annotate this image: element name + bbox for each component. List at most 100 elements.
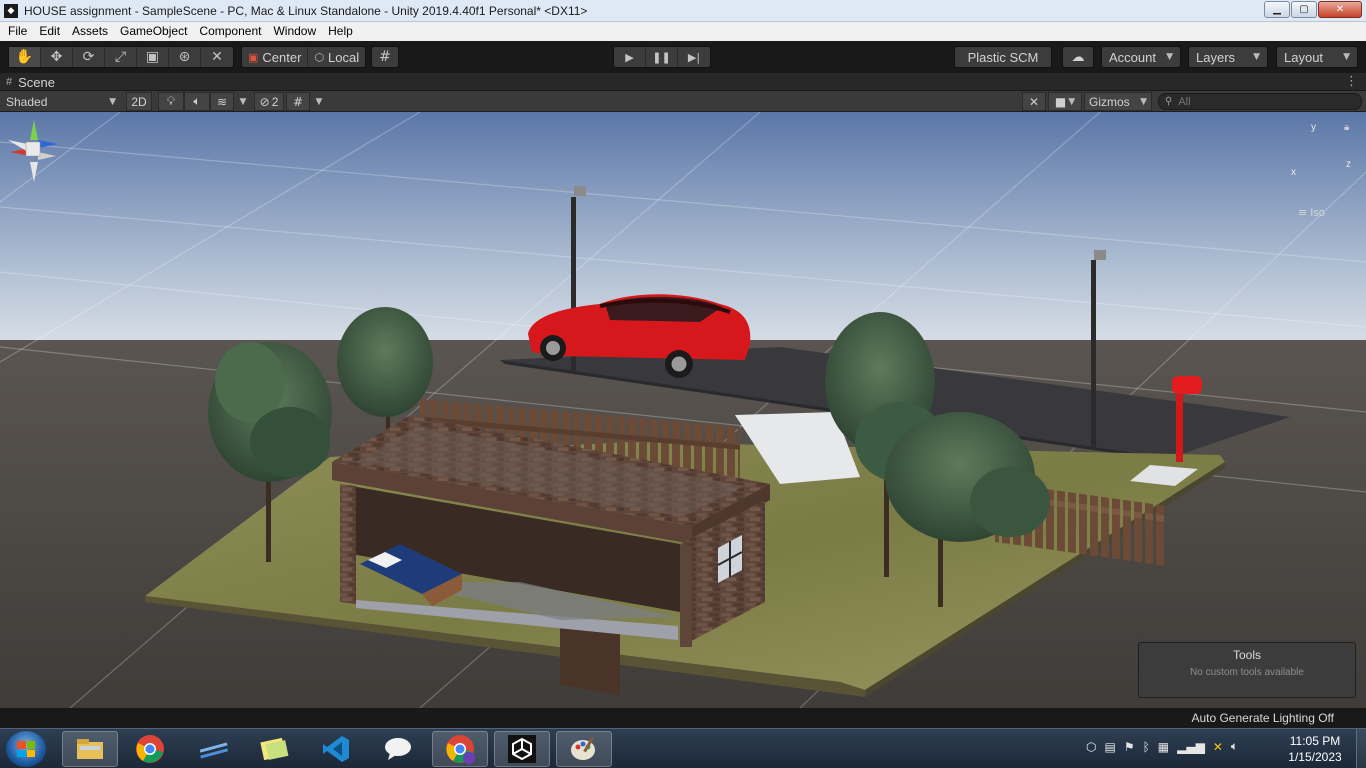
lightbulb-icon: 💡︎ bbox=[166, 94, 176, 108]
sticky-notes-icon[interactable] bbox=[246, 731, 302, 767]
volume-icon[interactable]: 🔈︎ bbox=[1231, 739, 1238, 754]
tools-overlay[interactable]: Tools No custom tools available bbox=[1138, 642, 1356, 698]
tab-menu-icon[interactable]: ⋮ bbox=[1345, 74, 1358, 89]
pause-icon[interactable]: ❚❚ bbox=[646, 47, 678, 67]
layers-dropdown[interactable]: Layers ▼ bbox=[1188, 46, 1268, 68]
projection-toggle[interactable]: ≡ Iso bbox=[1298, 206, 1325, 219]
pivot-center-icon: ▣ bbox=[248, 50, 259, 64]
tab-scene[interactable]: # Scene bbox=[6, 73, 55, 91]
search-icon: ⚲ bbox=[1165, 96, 1173, 107]
orientation-gizmo[interactable] bbox=[0, 112, 76, 188]
window-titlebar: ◆ HOUSE assignment - SampleScene - PC, M… bbox=[0, 0, 1366, 22]
close-button[interactable]: ✕ bbox=[1318, 1, 1362, 18]
pivot-local-label: Local bbox=[328, 49, 360, 65]
plastic-scm-button[interactable]: Plastic SCM bbox=[954, 46, 1052, 68]
scene-render bbox=[0, 112, 1366, 708]
snipping-tool-icon[interactable] bbox=[186, 731, 242, 767]
menu-file[interactable]: File bbox=[2, 22, 33, 41]
menu-bar: File Edit Assets GameObject Component Wi… bbox=[0, 22, 1366, 41]
paint-icon[interactable] bbox=[556, 731, 612, 767]
speaker-icon: 🔈︎ bbox=[193, 94, 201, 108]
account-dropdown[interactable]: Account ▼ bbox=[1101, 46, 1181, 68]
hand-tool-icon[interactable]: ✋ bbox=[9, 47, 41, 67]
projection-label: Iso bbox=[1310, 206, 1325, 219]
pivot-center-button[interactable]: ▣ Center bbox=[242, 47, 309, 67]
hidden-objects-toggle[interactable]: ⊘ 2 bbox=[254, 92, 284, 111]
signal-icon[interactable]: ▂▄▆ bbox=[1177, 740, 1205, 754]
menu-assets[interactable]: Assets bbox=[66, 22, 114, 41]
cloud-button[interactable]: ☁ bbox=[1062, 46, 1094, 68]
menu-gameobject[interactable]: GameObject bbox=[114, 22, 193, 41]
grid-toggle[interactable]: # bbox=[286, 92, 310, 111]
rotate-tool-icon[interactable]: ⟳ bbox=[73, 47, 105, 67]
chevron-down-icon: ▼ bbox=[1343, 52, 1350, 62]
start-button[interactable] bbox=[6, 731, 46, 767]
scene-tab-icon: # bbox=[6, 76, 13, 88]
system-clock[interactable]: 11:05 PM 1/15/2023 bbox=[1278, 733, 1352, 765]
flag-icon[interactable]: ⚑ bbox=[1124, 740, 1135, 754]
scene-view-toolbar: Shaded ▼ 2D 💡︎ 🔈︎ ≋ ▼ ⊘ 2 # ▼ ✕ ■ ▼ Gizm… bbox=[0, 91, 1366, 112]
local-cube-icon: ⬡ bbox=[314, 50, 325, 64]
grid-dropdown[interactable]: ▼ bbox=[310, 92, 328, 111]
scene-tab-bar: # Scene ⋮ bbox=[0, 73, 1366, 91]
minimize-button[interactable]: ▁ bbox=[1264, 1, 1290, 18]
eye-slash-icon: ⊘ bbox=[259, 94, 270, 109]
gizmo-z-label: z bbox=[1346, 159, 1351, 170]
lighting-toggle[interactable]: 💡︎ bbox=[158, 92, 184, 111]
messaging-icon[interactable] bbox=[370, 731, 426, 767]
windows-taskbar: ⬡ ▤ ⚑ ᛒ ▦ ▂▄▆ ✕ 🔈︎ 11:05 PM 1/15/2023 bbox=[0, 728, 1366, 768]
unity-editor-window: ◆ HOUSE assignment - SampleScene - PC, M… bbox=[0, 0, 1366, 768]
layout-dropdown[interactable]: Layout ▼ bbox=[1276, 46, 1358, 68]
window-title: HOUSE assignment - SampleScene - PC, Mac… bbox=[24, 3, 588, 18]
layers-label: Layers bbox=[1196, 49, 1236, 65]
transform-tool-icon[interactable]: ⊛ bbox=[169, 47, 201, 67]
move-tool-icon[interactable]: ✥ bbox=[41, 47, 73, 67]
scene-search-input[interactable] bbox=[1178, 95, 1349, 108]
tools-toggle[interactable]: ✕ bbox=[1022, 92, 1046, 111]
grid-snap-icon[interactable]: # bbox=[372, 47, 398, 67]
printer-icon[interactable]: ▤ bbox=[1104, 740, 1115, 754]
lighting-status[interactable]: Auto Generate Lighting Off bbox=[1191, 711, 1334, 725]
scale-tool-icon[interactable]: ⤢ bbox=[105, 47, 137, 67]
maximize-button[interactable]: ▢ bbox=[1291, 1, 1317, 18]
cloud-icon: ☁ bbox=[1071, 49, 1085, 65]
rect-tool-icon[interactable]: ▣ bbox=[137, 47, 169, 67]
menu-component[interactable]: Component bbox=[193, 22, 267, 41]
draw-mode-dropdown[interactable]: Shaded ▼ bbox=[2, 92, 120, 111]
play-icon[interactable]: ▶ bbox=[614, 47, 646, 67]
camera-icon: ■ bbox=[1054, 94, 1067, 109]
wrench-icon: ✕ bbox=[1028, 94, 1040, 109]
toggle-2d-label: 2D bbox=[131, 94, 147, 109]
step-icon[interactable]: ▶| bbox=[678, 47, 710, 67]
camera-dropdown[interactable]: ■ ▼ bbox=[1048, 92, 1082, 111]
menu-edit[interactable]: Edit bbox=[33, 22, 66, 41]
custom-tool-icon[interactable]: ✕ bbox=[201, 47, 233, 67]
toggle-2d-button[interactable]: 2D bbox=[126, 92, 152, 111]
gizmos-dropdown[interactable]: Gizmos ▼ bbox=[1084, 92, 1152, 111]
warning-icon[interactable]: ✕ bbox=[1213, 740, 1223, 754]
chrome-icon[interactable] bbox=[122, 731, 178, 767]
effects-toggle[interactable]: ≋ bbox=[210, 92, 234, 111]
network-adapter-icon[interactable]: ▦ bbox=[1158, 740, 1169, 754]
audio-toggle[interactable]: 🔈︎ bbox=[184, 92, 210, 111]
window-controls: ▁ ▢ ✕ bbox=[1264, 1, 1362, 18]
draw-mode-label: Shaded bbox=[6, 94, 48, 109]
scene-search: ⚲ bbox=[1158, 93, 1362, 110]
scene-viewport[interactable]: y x z 🔒︎ ≡ Iso Tools No custom tools ava… bbox=[0, 112, 1366, 708]
lock-icon[interactable]: 🔒︎ bbox=[1344, 122, 1349, 133]
menu-help[interactable]: Help bbox=[322, 22, 359, 41]
unity-icon[interactable] bbox=[494, 731, 550, 767]
dropbox-icon[interactable]: ⬡ bbox=[1086, 740, 1096, 754]
effects-dropdown[interactable]: ▼ bbox=[234, 92, 252, 111]
menu-window[interactable]: Window bbox=[267, 22, 322, 41]
tools-overlay-title: Tools bbox=[1232, 648, 1261, 662]
vscode-icon[interactable] bbox=[308, 731, 364, 767]
account-label: Account bbox=[1109, 49, 1156, 65]
pivot-local-button[interactable]: ⬡ Local bbox=[308, 47, 365, 67]
show-desktop-button[interactable] bbox=[1356, 729, 1366, 768]
chevron-down-icon: ▼ bbox=[315, 96, 323, 107]
tools-overlay-subtitle: No custom tools available bbox=[1190, 667, 1304, 678]
chrome-profile-icon[interactable] bbox=[432, 731, 488, 767]
file-explorer-icon[interactable] bbox=[62, 731, 118, 767]
bluetooth-icon[interactable]: ᛒ bbox=[1143, 740, 1150, 754]
